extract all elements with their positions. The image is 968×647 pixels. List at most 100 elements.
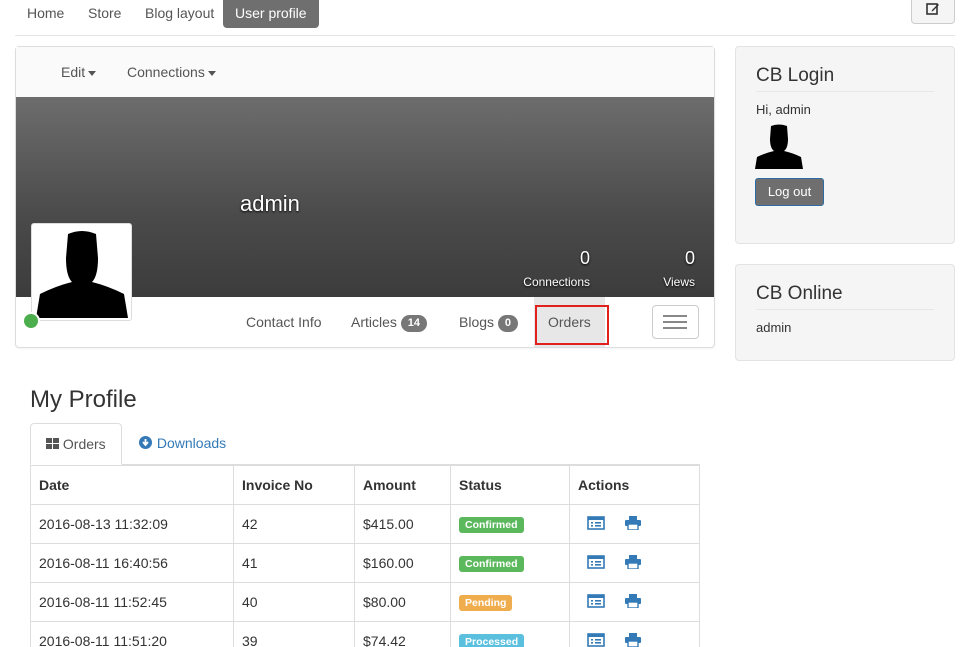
tab-contact-info[interactable]: Contact Info: [246, 297, 322, 347]
table-row: 2016-08-13 11:32:09 42 $415.00 Confirmed: [30, 504, 700, 544]
nav-user-profile[interactable]: User profile: [223, 0, 319, 28]
tab-my-orders[interactable]: Orders: [30, 423, 122, 465]
order-status-cell: Pending: [450, 582, 570, 622]
order-date: 2016-08-11 16:40:56: [30, 543, 234, 583]
print-icon: [625, 632, 641, 647]
cb-online-title: CB Online: [756, 265, 934, 310]
connections-dropdown[interactable]: Connections: [127, 64, 216, 80]
tab-downloads-label: Downloads: [156, 435, 227, 451]
status-badge: Confirmed: [459, 517, 524, 533]
online-user: admin: [756, 320, 792, 335]
table-header-row: Date Invoice No Amount Status Actions: [30, 465, 700, 505]
top-navigation: Home Store Blog layout User profile: [15, 0, 955, 36]
caret-down-icon: [207, 70, 216, 76]
articles-count-badge: 14: [400, 314, 428, 332]
view-invoice-button[interactable]: [587, 594, 605, 611]
order-actions-cell: [569, 621, 700, 647]
column-header-invoice: Invoice No: [233, 465, 355, 505]
tab-blogs-label: Blogs: [459, 314, 495, 330]
edit-dropdown[interactable]: Edit: [61, 64, 97, 80]
order-actions-cell: [569, 543, 700, 583]
order-status-cell: Confirmed: [450, 543, 570, 583]
order-actions-cell: [569, 582, 700, 622]
connections-dropdown-label: Connections: [127, 64, 205, 80]
order-amount: $74.42: [354, 621, 451, 647]
profile-card: Edit Connections admin 0 Connections 0 V…: [15, 46, 715, 348]
user-avatar-icon: [755, 124, 803, 169]
column-header-amount: Amount: [354, 465, 451, 505]
print-order-button[interactable]: [625, 515, 641, 533]
print-order-button[interactable]: [625, 593, 641, 611]
status-badge: Pending: [459, 595, 513, 611]
edit-dropdown-label: Edit: [61, 64, 86, 80]
my-profile-title: My Profile: [30, 386, 137, 413]
views-count: 0: [684, 248, 695, 268]
tab-my-orders-label: Orders: [62, 436, 106, 452]
invoice-view-icon: [587, 516, 605, 530]
login-greeting: Hi, admin: [756, 102, 811, 117]
caret-down-icon: [88, 70, 97, 76]
logout-button[interactable]: Log out: [755, 178, 824, 206]
order-status-cell: Confirmed: [450, 504, 570, 544]
order-invoice: 40: [233, 582, 355, 622]
invoice-view-icon: [587, 555, 605, 569]
print-order-button[interactable]: [625, 554, 641, 572]
profile-tabs: Contact Info Articles 14 Blogs 0 Orders: [16, 297, 714, 347]
order-amount: $80.00: [354, 582, 451, 622]
order-amount: $160.00: [354, 543, 451, 583]
invoice-view-icon: [587, 633, 605, 647]
cloud-download-icon: [139, 436, 152, 449]
order-date: 2016-08-11 11:52:45: [30, 582, 234, 622]
tab-articles[interactable]: Articles 14: [351, 297, 428, 347]
order-invoice: 39: [233, 621, 355, 647]
print-icon: [625, 515, 641, 531]
order-date: 2016-08-11 11:51:20: [30, 621, 234, 647]
order-status-cell: Processed: [450, 621, 570, 647]
view-invoice-button[interactable]: [587, 516, 605, 533]
connections-label: Connections: [523, 275, 590, 289]
cb-online-module: CB Online admin: [735, 264, 955, 361]
tab-blogs[interactable]: Blogs 0: [459, 297, 519, 347]
view-invoice-button[interactable]: [587, 555, 605, 572]
views-stat: 0 Views: [663, 248, 695, 289]
status-badge: Confirmed: [459, 556, 524, 572]
print-order-button[interactable]: [625, 632, 641, 647]
nav-store[interactable]: Store: [76, 0, 133, 28]
views-label: Views: [663, 275, 695, 289]
more-tabs-button[interactable]: [652, 305, 699, 339]
column-header-actions: Actions: [569, 465, 700, 505]
my-profile-tabs: Orders Downloads: [30, 423, 700, 465]
blogs-count-badge: 0: [497, 314, 519, 332]
invoice-view-icon: [587, 594, 605, 608]
hamburger-icon: [663, 315, 687, 329]
table-row: 2016-08-11 11:52:45 40 $80.00 Pending: [30, 582, 700, 622]
order-invoice: 41: [233, 543, 355, 583]
connections-count: 0: [579, 248, 590, 268]
orders-tab-highlight: [535, 305, 609, 345]
edit-icon: [926, 3, 939, 15]
status-badge: Processed: [459, 634, 525, 647]
profile-menu: Edit Connections: [16, 47, 714, 97]
view-invoice-button[interactable]: [587, 633, 605, 647]
edit-page-button[interactable]: [911, 0, 955, 24]
tab-downloads[interactable]: Downloads: [138, 423, 226, 465]
grid-icon: [46, 438, 59, 449]
tab-articles-label: Articles: [351, 314, 397, 330]
cb-login-title: CB Login: [756, 47, 934, 92]
print-icon: [625, 554, 641, 570]
orders-table: Date Invoice No Amount Status Actions 20…: [30, 465, 700, 647]
order-date: 2016-08-13 11:32:09: [30, 504, 234, 544]
cb-login-module: CB Login Hi, admin Log out: [735, 46, 955, 244]
nav-blog-layout[interactable]: Blog layout: [133, 0, 226, 28]
column-header-status: Status: [450, 465, 570, 505]
order-actions-cell: [569, 504, 700, 544]
profile-username: admin: [240, 191, 300, 216]
connections-stat[interactable]: 0 Connections: [523, 248, 590, 289]
column-header-date: Date: [30, 465, 234, 505]
order-amount: $415.00: [354, 504, 451, 544]
table-row: 2016-08-11 11:51:20 39 $74.42 Processed: [30, 621, 700, 647]
nav-home[interactable]: Home: [15, 0, 76, 28]
order-invoice: 42: [233, 504, 355, 544]
table-row: 2016-08-11 16:40:56 41 $160.00 Confirmed: [30, 543, 700, 583]
print-icon: [625, 593, 641, 609]
